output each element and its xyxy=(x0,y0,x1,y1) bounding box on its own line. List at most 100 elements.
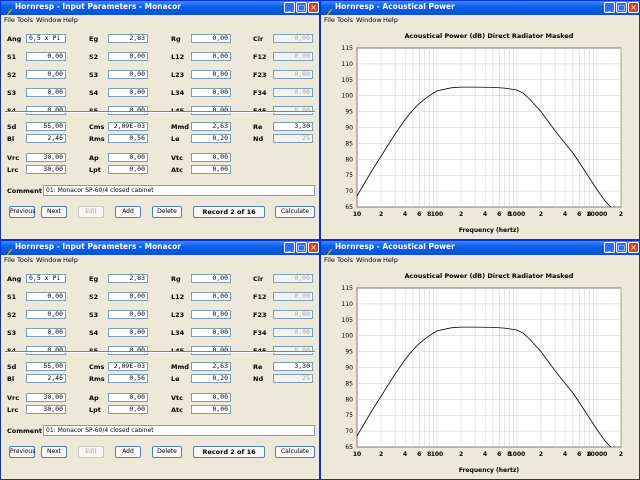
param-field-ap[interactable]: 0,00 xyxy=(108,393,148,402)
param-field-s4[interactable]: 0,00 xyxy=(108,88,148,97)
minimize-button[interactable]: _ xyxy=(604,242,615,253)
maximize-button[interactable]: □ xyxy=(616,2,627,13)
param-field-lrc[interactable]: 30,00 xyxy=(26,405,66,414)
param-field-rg[interactable]: 0,00 xyxy=(191,274,231,283)
param-field-atc[interactable]: 0,00 xyxy=(191,405,231,414)
param-field-le[interactable]: 0,20 xyxy=(191,134,231,143)
param-field-l34[interactable]: 0,00 xyxy=(191,88,231,97)
param-field-rms[interactable]: 0,56 xyxy=(108,134,148,143)
delete-button[interactable]: Delete xyxy=(152,206,182,218)
param-field-s3[interactable]: 0,00 xyxy=(26,328,66,337)
title-bar[interactable]: Hornresp - Acoustical Power _ □ × xyxy=(321,241,639,258)
param-field-le[interactable]: 0,20 xyxy=(191,374,231,383)
close-button[interactable]: × xyxy=(628,2,639,13)
param-field-eg[interactable]: 2,83 xyxy=(108,34,148,43)
minimize-button[interactable]: _ xyxy=(284,2,295,13)
menu-tools[interactable]: Tools xyxy=(337,16,353,24)
menu-tools[interactable]: Tools xyxy=(17,256,33,264)
previous-button[interactable]: Previous xyxy=(9,206,35,218)
param-field-s4[interactable]: 0,00 xyxy=(108,328,148,337)
menu-help[interactable]: Help xyxy=(63,16,78,24)
menu-help[interactable]: Help xyxy=(383,16,398,24)
menu-window[interactable]: Window xyxy=(36,16,62,24)
minimize-button[interactable]: _ xyxy=(604,2,615,13)
param-field-s3[interactable]: 0,00 xyxy=(108,70,148,79)
comment-field[interactable]: 01: Monacor SP-60/4 closed cabinet xyxy=(43,425,315,436)
previous-button[interactable]: Previous xyxy=(9,446,35,458)
param-field-l23[interactable]: 0,00 xyxy=(191,310,231,319)
menu-window[interactable]: Window xyxy=(36,256,62,264)
menu-window[interactable]: Window xyxy=(356,16,382,24)
param-field-s1[interactable]: 0,00 xyxy=(26,52,66,61)
x-tick-label: 10000 xyxy=(586,451,607,458)
param-label-rms: Rms xyxy=(89,135,105,143)
menu-bar: File Tools Window Help xyxy=(1,15,319,24)
param-field-vrc[interactable]: 30,00 xyxy=(26,393,66,402)
param-field-vtc[interactable]: 0,00 xyxy=(191,153,231,162)
menu-file[interactable]: File xyxy=(4,256,15,264)
param-field-s1[interactable]: 0,00 xyxy=(26,292,66,301)
param-field-rg[interactable]: 0,00 xyxy=(191,34,231,43)
param-field-s3[interactable]: 0,00 xyxy=(26,88,66,97)
maximize-button[interactable]: □ xyxy=(296,242,307,253)
next-button[interactable]: Next xyxy=(41,206,67,218)
close-button[interactable]: × xyxy=(308,2,319,13)
param-field-vrc[interactable]: 30,00 xyxy=(26,153,66,162)
maximize-button[interactable]: □ xyxy=(296,2,307,13)
param-field-ap[interactable]: 0,00 xyxy=(108,153,148,162)
comment-field[interactable]: 01: Monacor SP-60/4 closed cabinet xyxy=(43,185,315,196)
param-field-mmd[interactable]: 2,63 xyxy=(191,122,231,131)
param-field-bl[interactable]: 2,46 xyxy=(26,374,66,383)
menu-help[interactable]: Help xyxy=(63,256,78,264)
param-field-eg[interactable]: 2,83 xyxy=(108,274,148,283)
menu-file[interactable]: File xyxy=(324,16,335,24)
menu-tools[interactable]: Tools xyxy=(337,256,353,264)
calculate-button[interactable]: Calculate xyxy=(275,446,315,458)
param-field-re[interactable]: 3,30 xyxy=(273,362,313,371)
menu-window[interactable]: Window xyxy=(356,256,382,264)
close-button[interactable]: × xyxy=(628,242,639,253)
param-field-l12[interactable]: 0,00 xyxy=(191,292,231,301)
param-field-sd[interactable]: 55,00 xyxy=(26,362,66,371)
param-field-l34[interactable]: 0,00 xyxy=(191,328,231,337)
title-bar[interactable]: Hornresp - Input Parameters - Monacor _ □ × xyxy=(1,241,319,258)
maximize-button[interactable]: □ xyxy=(616,242,627,253)
param-field-atc[interactable]: 0,00 xyxy=(191,165,231,174)
param-field-ang[interactable]: 0,5 x Pi xyxy=(26,34,66,43)
param-field-re[interactable]: 3,30 xyxy=(273,122,313,131)
param-field-s2[interactable]: 0,00 xyxy=(108,52,148,61)
param-field-s2[interactable]: 0,00 xyxy=(26,70,66,79)
add-button[interactable]: Add xyxy=(115,446,141,458)
param-field-vtc[interactable]: 0,00 xyxy=(191,393,231,402)
param-field-s2[interactable]: 0,00 xyxy=(108,292,148,301)
param-label-lpt: Lpt xyxy=(89,406,101,414)
param-field-lpt[interactable]: 0,00 xyxy=(108,405,148,414)
record-indicator: Record 2 of 16 xyxy=(193,206,265,218)
title-bar[interactable]: Hornresp - Input Parameters - Monacor _ □ × xyxy=(1,1,319,18)
menu-tools[interactable]: Tools xyxy=(17,16,33,24)
param-field-l23[interactable]: 0,00 xyxy=(191,70,231,79)
param-field-lpt[interactable]: 0,00 xyxy=(108,165,148,174)
param-field-s2[interactable]: 0,00 xyxy=(26,310,66,319)
minimize-button[interactable]: _ xyxy=(284,242,295,253)
add-button[interactable]: Add xyxy=(115,206,141,218)
param-field-bl[interactable]: 2,46 xyxy=(26,134,66,143)
menu-file[interactable]: File xyxy=(4,16,15,24)
menu-help[interactable]: Help xyxy=(383,256,398,264)
param-field-l12[interactable]: 0,00 xyxy=(191,52,231,61)
param-field-rms[interactable]: 0,56 xyxy=(108,374,148,383)
param-field-sd[interactable]: 55,00 xyxy=(26,122,66,131)
delete-button[interactable]: Delete xyxy=(152,446,182,458)
param-field-cms[interactable]: 2,09E-03 xyxy=(108,362,148,371)
param-field-cms[interactable]: 2,09E-03 xyxy=(108,122,148,131)
param-field-ang[interactable]: 0,5 x Pi xyxy=(26,274,66,283)
param-field-s3[interactable]: 0,00 xyxy=(108,310,148,319)
calculate-button[interactable]: Calculate xyxy=(275,206,315,218)
next-button[interactable]: Next xyxy=(41,446,67,458)
param-field-lrc[interactable]: 30,00 xyxy=(26,165,66,174)
close-button[interactable]: × xyxy=(308,242,319,253)
y-tick-label: 85 xyxy=(345,140,353,147)
title-bar[interactable]: Hornresp - Acoustical Power _ □ × xyxy=(321,1,639,18)
menu-file[interactable]: File xyxy=(324,256,335,264)
param-field-mmd[interactable]: 2,63 xyxy=(191,362,231,371)
